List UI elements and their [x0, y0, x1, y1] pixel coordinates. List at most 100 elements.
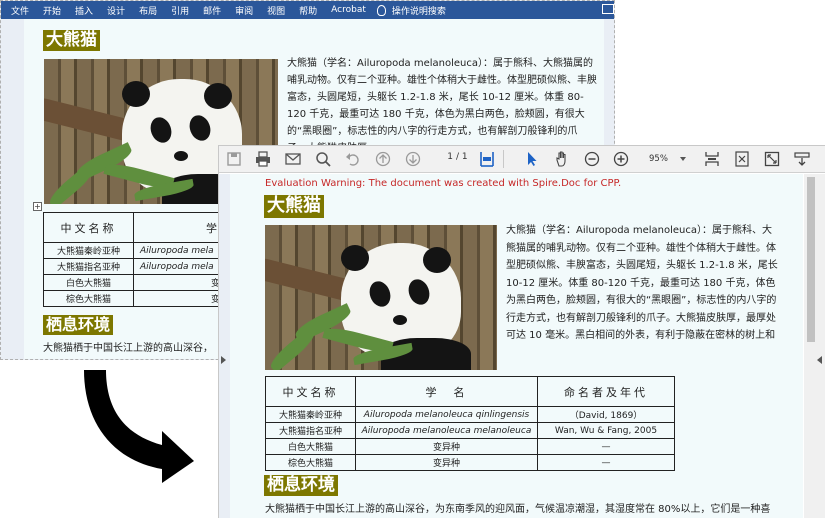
header-cell: 学: [133, 212, 223, 243]
toolbar-divider: [503, 150, 504, 168]
table-row: 棕色大熊猫 变异种 —: [265, 454, 675, 471]
table-cell: Wan, Wu & Fang, 2005: [537, 422, 675, 439]
pdf-habitat-text: 大熊猫栖于中国长江上游的高山深谷，为东南季风的迎风面，气候温凉潮湿，其湿度常在 …: [265, 504, 771, 515]
table-cell: 变: [133, 290, 223, 307]
table-header-row: 中文名称 学: [43, 212, 223, 243]
word-heading-panda: 大熊猫: [43, 30, 100, 52]
pdf-intro-paragraph: 大熊猫（学名：Ailuropoda melanoleuca）：属于熊科、大熊猫属…: [506, 225, 778, 341]
pdf-toolbar: 1 / 1 95%: [219, 146, 825, 173]
word-heading-habitat: 栖息环境: [43, 315, 114, 335]
table-row: 棕色大熊猫 变: [43, 290, 223, 307]
tab-insert[interactable]: 插入: [75, 4, 93, 17]
table-cell: 变异种: [355, 438, 538, 455]
table-row: 大熊猫指名亚种 Ailuropoda mela: [43, 258, 223, 275]
scrollbar-thumb[interactable]: [807, 177, 815, 342]
table-cell: 白色大熊猫: [265, 438, 356, 455]
vertical-scrollbar[interactable]: [804, 174, 825, 518]
table-cell: Ailuropoda melanoleuca qinlingensis: [355, 406, 538, 423]
pdf-heading-panda: 大熊猫: [264, 195, 324, 218]
header-cell: 学 名: [355, 376, 538, 407]
table-cell: 变: [133, 274, 223, 291]
zoom-select[interactable]: 95%: [643, 151, 689, 167]
chevron-down-icon: [680, 157, 686, 161]
table-cell: —: [537, 438, 675, 455]
tab-view[interactable]: 视图: [267, 4, 285, 17]
viewer-left-gutter: [219, 174, 230, 518]
word-subspecies-table: 中文名称 学 大熊猫秦岭亚种 Ailuropoda mela 大熊猫指名亚种 A…: [43, 212, 223, 307]
table-cell: 棕色大熊猫: [265, 454, 356, 471]
fit-page-icon[interactable]: [479, 151, 495, 167]
table-move-handle-icon[interactable]: +: [33, 202, 42, 211]
comment-icon[interactable]: [602, 4, 614, 14]
hand-tool-icon[interactable]: [554, 151, 570, 167]
save-icon[interactable]: [226, 151, 242, 167]
table-row: 大熊猫秦岭亚种 Ailuropoda mela: [43, 242, 223, 259]
header-cell: 中文名称: [265, 376, 356, 407]
table-cell: Ailuropoda mela: [133, 242, 223, 259]
tab-mailings[interactable]: 邮件: [203, 4, 221, 17]
tab-layout[interactable]: 布局: [139, 4, 157, 17]
panda-nose: [174, 151, 188, 161]
screenshot-canvas: 文件 开始 插入 设计 布局 引用 邮件 审阅 视图 帮助 Acrobat 操作…: [0, 0, 825, 518]
collapse-panel-icon[interactable]: [221, 356, 226, 364]
table-cell: （David, 1869）: [537, 406, 675, 423]
select-cursor-icon[interactable]: [524, 151, 540, 167]
table-row: 白色大熊猫 变: [43, 274, 223, 291]
expand-panel-icon[interactable]: [817, 356, 822, 364]
lightbulb-icon[interactable]: [376, 4, 386, 16]
tab-acrobat[interactable]: Acrobat: [331, 5, 366, 15]
panda-ear-left: [341, 245, 369, 271]
header-cell: 中文名称: [43, 212, 134, 243]
undo-icon[interactable]: [345, 151, 361, 167]
panda-ear-right: [423, 247, 451, 273]
tell-me-search[interactable]: 操作说明搜索: [392, 4, 446, 17]
tab-home[interactable]: 开始: [43, 4, 61, 17]
evaluation-warning: Evaluation Warning: The document was cre…: [265, 178, 622, 189]
pdf-heading-habitat: 栖息环境: [264, 475, 338, 497]
pdf-page: Evaluation Warning: The document was cre…: [230, 174, 803, 518]
curved-arrow-icon: [84, 370, 194, 483]
table-header-row: 中文名称 学 名 命名者及年代: [265, 376, 675, 407]
table-cell: 大熊猫指名亚种: [265, 422, 356, 439]
table-cell: 变异种: [355, 454, 538, 471]
page-number-input[interactable]: 1: [437, 152, 453, 166]
table-row: 白色大熊猫 变异种 —: [265, 438, 675, 455]
table-cell: Ailuropoda mela: [133, 258, 223, 275]
table-cell: —: [537, 454, 675, 471]
pdf-viewer-window: 1 / 1 95% Evaluation Warning: The docume…: [218, 145, 825, 518]
word-habitat-text: 大熊猫栖于中国长江上游的高山深谷，: [43, 343, 213, 354]
fit-width-icon[interactable]: [704, 151, 720, 167]
print-icon[interactable]: [255, 151, 271, 167]
tab-file[interactable]: 文件: [11, 4, 29, 17]
more-options-icon[interactable]: [794, 151, 810, 167]
table-cell: 白色大熊猫: [43, 274, 134, 291]
pdf-subspecies-table: 中文名称 学 名 命名者及年代 大熊猫秦岭亚种 Ailuropoda melan…: [265, 376, 675, 471]
tab-review[interactable]: 审阅: [235, 4, 253, 17]
zoom-value: 95%: [649, 154, 668, 164]
panda-ear-right: [204, 83, 232, 109]
table-row: 大熊猫指名亚种 Ailuropoda melanoleuca melanoleu…: [265, 422, 675, 439]
search-icon[interactable]: [315, 151, 331, 167]
zoom-in-icon[interactable]: [613, 151, 629, 167]
panda-ear-left: [122, 81, 150, 107]
page-total: / 1: [456, 152, 468, 162]
pdf-panda-photo: [265, 225, 497, 370]
table-cell: Ailuropoda melanoleuca melanoleuca: [355, 422, 538, 439]
zoom-out-icon[interactable]: [584, 151, 600, 167]
table-row: 大熊猫秦岭亚种 Ailuropoda melanoleuca qinlingen…: [265, 406, 675, 423]
header-cell: 命名者及年代: [537, 376, 675, 407]
fullscreen-icon[interactable]: [764, 151, 780, 167]
actual-size-icon[interactable]: [734, 151, 750, 167]
panda-nose: [393, 315, 407, 325]
tab-design[interactable]: 设计: [107, 4, 125, 17]
email-icon[interactable]: [285, 151, 301, 167]
word-ribbon: 文件 开始 插入 设计 布局 引用 邮件 审阅 视图 帮助 Acrobat 操作…: [1, 1, 614, 19]
previous-page-icon[interactable]: [375, 151, 391, 167]
table-cell: 棕色大熊猫: [43, 290, 134, 307]
tab-help[interactable]: 帮助: [299, 4, 317, 17]
tab-references[interactable]: 引用: [171, 4, 189, 17]
next-page-icon[interactable]: [405, 151, 421, 167]
table-cell: 大熊猫秦岭亚种: [265, 406, 356, 423]
table-cell: 大熊猫秦岭亚种: [43, 242, 134, 259]
table-cell: 大熊猫指名亚种: [43, 258, 134, 275]
